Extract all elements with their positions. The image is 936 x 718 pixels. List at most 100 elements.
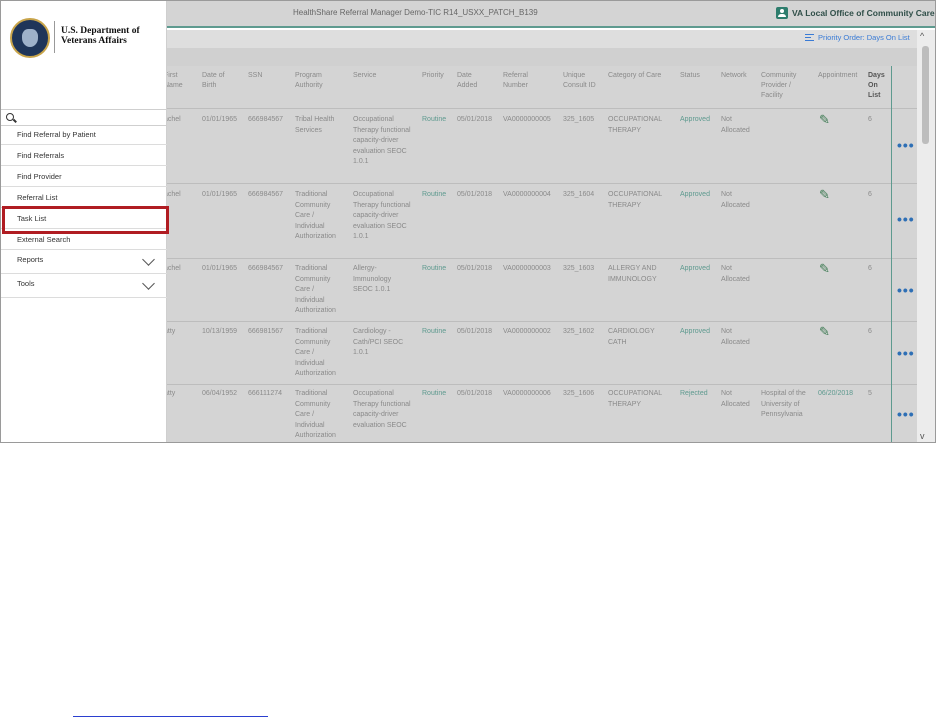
cell-consult-id: 325_1604 bbox=[563, 191, 595, 198]
cell-ssn: 666984567 bbox=[248, 265, 284, 272]
cell-category: CARDIOLOGY CATH bbox=[608, 328, 655, 346]
cell-network: Not Allocated bbox=[721, 265, 750, 283]
cell-category: OCCUPATIONAL THERAPY bbox=[608, 390, 662, 408]
header-consult-id[interactable]: Unique Consult ID bbox=[563, 71, 599, 91]
cell-status: Approved bbox=[680, 328, 710, 335]
header-service[interactable]: Service bbox=[353, 71, 376, 81]
header-referral-number[interactable]: Referral Number bbox=[503, 71, 543, 91]
cell-appointment[interactable]: 06/20/2018 bbox=[818, 389, 853, 400]
cell-priority: Routine bbox=[422, 191, 447, 198]
cell-ssn: 666984567 bbox=[248, 191, 284, 198]
nav-label: Find Referral by Patient bbox=[17, 130, 96, 139]
cell-consult-id: 325_1602 bbox=[563, 328, 595, 335]
header-priority[interactable]: Priority bbox=[422, 71, 444, 81]
more-actions-icon[interactable]: ••• bbox=[897, 282, 915, 298]
cell-program: Tribal Health Services bbox=[295, 116, 335, 134]
cell-days-on-list: 6 bbox=[868, 265, 872, 272]
cell-network: Not Allocated bbox=[721, 116, 750, 134]
header-status[interactable]: Status bbox=[680, 71, 700, 81]
nav-referral-list[interactable]: Referral List bbox=[1, 187, 167, 208]
link-underline bbox=[73, 716, 268, 717]
priority-order-label: Priority Order: Days On List bbox=[818, 33, 910, 42]
nav-label: Find Provider bbox=[17, 172, 62, 181]
cell-dob: 10/13/1959 bbox=[202, 328, 238, 335]
cell-referral-number: VA0000000004 bbox=[503, 191, 551, 198]
cell-category: OCCUPATIONAL THERAPY bbox=[608, 191, 662, 209]
nav-tools[interactable]: Tools bbox=[1, 274, 167, 298]
header-provider[interactable]: Community Provider / Facility bbox=[761, 71, 807, 101]
cell-service: Allergy-Immunology SEOC 1.0.1 bbox=[353, 265, 392, 293]
more-actions-icon[interactable]: ••• bbox=[897, 345, 915, 361]
cell-status: Approved bbox=[680, 191, 710, 198]
nav-label: Tools bbox=[17, 279, 35, 288]
pencil-icon[interactable]: ✎ bbox=[819, 187, 830, 203]
vertical-scrollbar[interactable]: ^ v bbox=[917, 30, 935, 442]
more-actions-icon[interactable]: ••• bbox=[897, 406, 915, 422]
user-badge-icon bbox=[776, 7, 788, 19]
chevron-up-icon[interactable]: ^ bbox=[920, 31, 924, 41]
header-first-name[interactable]: First Name bbox=[164, 71, 192, 91]
header-dob[interactable]: Date of Birth bbox=[202, 71, 234, 91]
cell-program: Traditional Community Care / Individual … bbox=[295, 390, 336, 439]
chevron-down-icon[interactable]: v bbox=[920, 431, 925, 441]
nav-label: Reports bbox=[17, 255, 44, 264]
chevron-down-icon[interactable] bbox=[142, 277, 155, 290]
scroll-thumb[interactable] bbox=[922, 46, 929, 144]
priority-order-link[interactable]: Priority Order: Days On List bbox=[805, 33, 910, 42]
cell-date-added: 05/01/2018 bbox=[457, 191, 493, 198]
more-actions-icon[interactable]: ••• bbox=[897, 211, 915, 227]
cell-network: Not Allocated bbox=[721, 191, 750, 209]
chevron-down-icon[interactable] bbox=[142, 253, 155, 266]
logo-divider bbox=[54, 21, 55, 53]
header-days-on-list[interactable]: Days On List bbox=[868, 71, 890, 101]
cell-date-added: 05/01/2018 bbox=[457, 390, 493, 397]
pencil-icon[interactable]: ✎ bbox=[819, 324, 830, 340]
cell-days-on-list: 6 bbox=[868, 191, 872, 198]
cell-referral-number: VA0000000002 bbox=[503, 328, 551, 335]
search-input[interactable] bbox=[19, 112, 159, 123]
office-selector[interactable]: VA Local Office of Community Care bbox=[776, 7, 935, 19]
cell-status: Approved bbox=[680, 265, 710, 272]
nav-reports[interactable]: Reports bbox=[1, 250, 167, 274]
app-title: HealthShare Referral Manager Demo-TIC R1… bbox=[293, 8, 538, 17]
cell-dob: 06/04/1952 bbox=[202, 390, 238, 397]
nav-find-referral-by-patient[interactable]: Find Referral by Patient bbox=[1, 124, 167, 145]
header-date-added[interactable]: Date Added bbox=[457, 71, 485, 91]
cell-consult-id: 325_1605 bbox=[563, 116, 595, 123]
header-program-authority[interactable]: Program Authority bbox=[295, 71, 337, 91]
cell-days-on-list: 5 bbox=[868, 390, 872, 397]
cell-provider: Hospital of the University of Pennsylvan… bbox=[761, 390, 806, 418]
cell-service: Occupational Therapy functional capacity… bbox=[353, 390, 411, 429]
cell-dob: 01/01/1965 bbox=[202, 116, 238, 123]
header-ssn[interactable]: SSN bbox=[248, 71, 262, 81]
nav-label: External Search bbox=[17, 235, 71, 244]
cell-priority: Routine bbox=[422, 265, 447, 272]
cell-referral-number: VA0000000005 bbox=[503, 116, 551, 123]
cell-service: Occupational Therapy functional capacity… bbox=[353, 116, 411, 165]
cell-network: Not Allocated bbox=[721, 328, 750, 346]
header-category[interactable]: Category of Care bbox=[608, 71, 661, 81]
more-actions-icon[interactable]: ••• bbox=[897, 137, 915, 153]
pencil-icon[interactable]: ✎ bbox=[819, 261, 830, 277]
cell-status: Rejected bbox=[680, 390, 708, 397]
cell-date-added: 05/01/2018 bbox=[457, 328, 493, 335]
pencil-icon[interactable]: ✎ bbox=[819, 112, 830, 128]
cell-priority: Routine bbox=[422, 328, 447, 335]
nav-find-provider[interactable]: Find Provider bbox=[1, 166, 167, 187]
cell-category: OCCUPATIONAL THERAPY bbox=[608, 116, 662, 134]
header-appointment[interactable]: Appointment bbox=[818, 71, 857, 81]
cell-ssn: 666111274 bbox=[248, 390, 282, 397]
nav-find-referrals[interactable]: Find Referrals bbox=[1, 145, 167, 166]
cell-days-on-list: 6 bbox=[868, 328, 872, 335]
cell-program: Traditional Community Care / Individual … bbox=[295, 191, 336, 240]
cell-dob: 01/01/1965 bbox=[202, 265, 238, 272]
cell-service: Cardiology - Cath/PCI SEOC 1.0.1 bbox=[353, 328, 404, 356]
cell-referral-number: VA0000000006 bbox=[503, 390, 551, 397]
header-network[interactable]: Network bbox=[721, 71, 747, 81]
cell-priority: Routine bbox=[422, 390, 447, 397]
cell-consult-id: 325_1603 bbox=[563, 265, 595, 272]
cell-date-added: 05/01/2018 bbox=[457, 116, 493, 123]
cell-dob: 01/01/1965 bbox=[202, 191, 238, 198]
cell-program: Traditional Community Care / Individual … bbox=[295, 328, 336, 377]
app-window: HealthShare Referral Manager Demo-TIC R1… bbox=[0, 0, 936, 443]
